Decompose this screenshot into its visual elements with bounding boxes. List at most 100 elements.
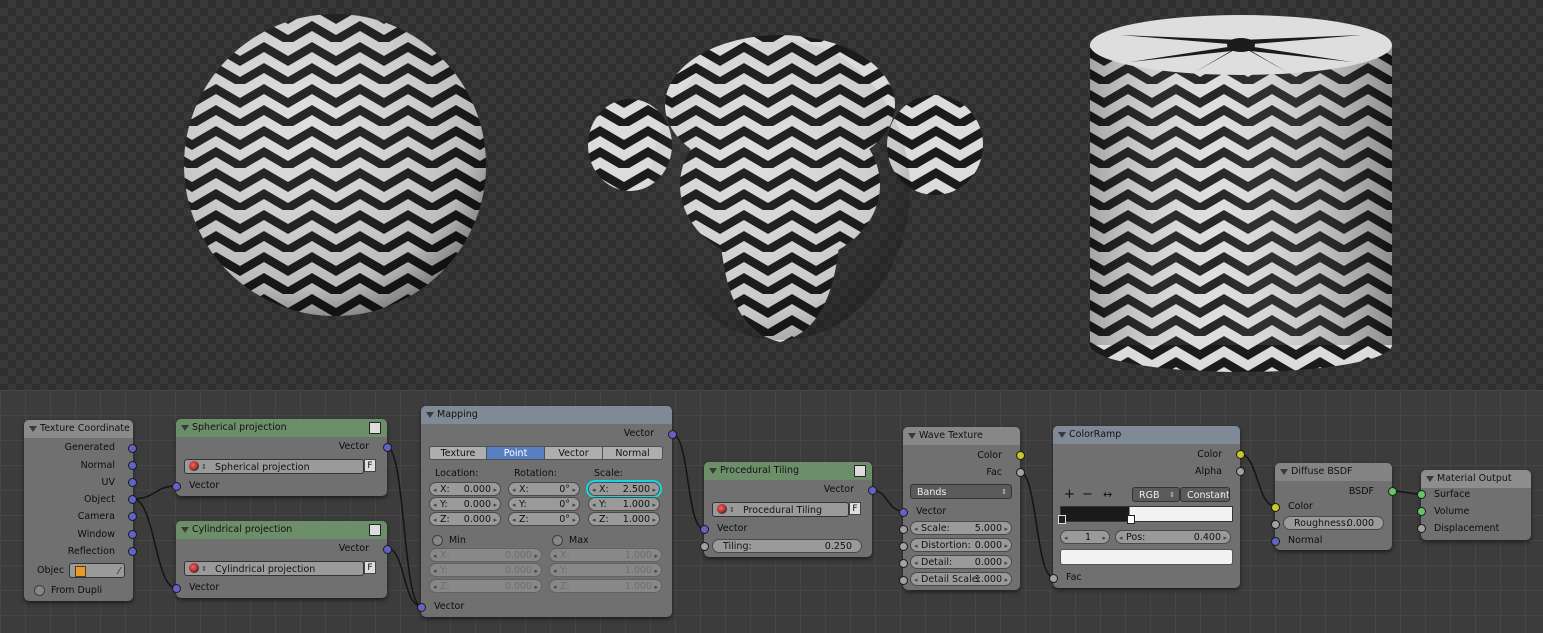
wave-texture-node[interactable]: Wave Texture Color Fac Bands ⇕ Vector ◂ Sc… [899,427,1025,590]
eyedropper-icon[interactable]: ⁄ [118,564,120,577]
location-x-field[interactable]: ◂ X: 0.000 ▸ [429,482,501,496]
detail-input-socket[interactable] [899,559,908,568]
location-y-field[interactable]: ◂ Y: 0.000 ▸ [429,497,501,511]
diffuse-bsdf-node[interactable]: Diffuse BSDF BSDF Color Roughness: 0.000 … [1271,463,1397,550]
collapse-triangle-icon[interactable] [1280,469,1288,475]
max-x-field[interactable]: ◂ X: 1.000 ▸ [549,548,662,562]
node-header[interactable]: Mapping [421,406,672,424]
color-input-socket[interactable] [1271,503,1280,512]
detail-scale-field[interactable]: ◂ Detail Scale: 1.000 ▸ [910,572,1012,586]
camera-output-socket[interactable] [128,512,137,521]
color-output-socket[interactable] [1236,450,1245,459]
vector-input-socket[interactable] [172,584,181,593]
max-z-field[interactable]: ◂ Z: 1.000 ▸ [549,579,662,593]
procedural-tiling-node[interactable]: Procedural Tiling Vector ⇕ Procedural Ti… [700,462,877,557]
node-header[interactable]: Cylindrical projection [176,521,387,539]
interpolation-dropdown[interactable]: Constant ⇕ [1180,487,1230,502]
vector-input-socket[interactable] [700,525,709,534]
scale-y-field[interactable]: ◂ Y: 1.000 ▸ [588,497,660,511]
roughness-field[interactable]: Roughness: 0.000 [1283,516,1384,530]
scale-x-field[interactable]: ◂ X: 2.500 ▸ [586,480,662,498]
vector-input-socket[interactable] [417,603,426,612]
node-group-selector[interactable]: ⇕ Procedural Tiling [712,502,849,517]
spherical-projection-node[interactable]: Spherical projection Vector ⇕ Spherical … [172,419,392,496]
collapse-triangle-icon[interactable] [29,426,37,432]
node-header[interactable]: Spherical projection [176,419,387,437]
rotation-z-field[interactable]: ◂ Z: 0° ▸ [508,512,580,526]
tiling-field[interactable]: Tiling: 0.250 [712,539,862,553]
collapse-triangle-icon[interactable] [709,468,717,474]
fake-user-button[interactable]: F [364,459,376,472]
node-group-icon[interactable] [369,422,381,434]
scale-input-socket[interactable] [899,525,908,534]
stop-position-field[interactable]: ◂ Pos: 0.400 ▸ [1115,530,1231,544]
distortion-input-socket[interactable] [899,542,908,551]
tab-normal[interactable]: Normal [602,446,663,460]
collapse-triangle-icon[interactable] [181,425,189,431]
tab-point[interactable]: Point [486,446,545,460]
add-stop-button[interactable]: + [1064,487,1075,502]
colorramp-node[interactable]: ColorRamp Color Alpha + − ↔ RGB ⇕ Constan… [1049,426,1245,588]
reflection-output-socket[interactable] [128,547,137,556]
volume-input-socket[interactable] [1417,507,1426,516]
window-output-socket[interactable] [128,530,137,539]
collapse-triangle-icon[interactable] [181,527,189,533]
material-output-node[interactable]: Material Output Surface Volume Displacem… [1417,470,1531,540]
rotation-x-field[interactable]: ◂ X: 0° ▸ [508,482,580,496]
fake-user-button[interactable]: F [849,502,861,515]
min-x-field[interactable]: ◂ X: 0.000 ▸ [429,548,542,562]
min-y-field[interactable]: ◂ Y: 0.000 ▸ [429,563,542,577]
surface-input-socket[interactable] [1417,490,1426,499]
texture-coordinate-node[interactable]: Texture Coordinate Generated Normal UV O… [24,420,137,601]
distortion-field[interactable]: ◂ Distortion: 0.000 ▸ [910,538,1012,552]
collapse-triangle-icon[interactable] [1058,432,1066,438]
color-mode-dropdown[interactable]: RGB ⇕ [1132,487,1180,502]
node-group-icon[interactable] [854,465,866,477]
node-group-selector[interactable]: ⇕ Cylindrical projection [184,561,364,576]
stop-index-field[interactable]: ◂ 1 ▸ [1060,530,1110,544]
color-stop-handle[interactable] [1127,515,1135,524]
detail-field[interactable]: ◂ Detail: 0.000 ▸ [910,555,1012,569]
color-stop-handle[interactable] [1058,515,1066,524]
vector-output-socket[interactable] [383,443,392,452]
vector-input-socket[interactable] [899,508,908,517]
min-z-field[interactable]: ◂ Z: 0.000 ▸ [429,579,542,593]
wave-type-dropdown[interactable]: Bands ⇕ [910,484,1012,499]
normal-output-socket[interactable] [128,461,137,470]
node-group-icon[interactable] [369,524,381,536]
node-header[interactable]: Diffuse BSDF [1275,463,1392,481]
detail-scale-input-socket[interactable] [899,576,908,585]
cylindrical-projection-node[interactable]: Cylindrical projection Vector ⇕ Cylindri… [172,521,392,598]
collapse-triangle-icon[interactable] [1426,476,1434,482]
mapping-node[interactable]: Mapping Vector Texture Point Vector Norm… [417,406,677,617]
fake-user-button[interactable]: F [364,561,376,574]
node-header[interactable]: Material Output [1421,470,1531,488]
location-z-field[interactable]: ◂ Z: 0.000 ▸ [429,512,501,526]
max-y-field[interactable]: ◂ Y: 1.000 ▸ [549,563,662,577]
uv-output-socket[interactable] [128,478,137,487]
alpha-output-socket[interactable] [1236,467,1245,476]
rotation-y-field[interactable]: ◂ Y: 0° ▸ [508,497,580,511]
roughness-input-socket[interactable] [1271,520,1280,529]
node-header[interactable]: Procedural Tiling [704,462,872,480]
flip-ramp-button[interactable]: ↔ [1103,488,1112,501]
bsdf-output-socket[interactable] [1388,487,1397,496]
3d-viewport[interactable] [0,0,1543,390]
generated-output-socket[interactable] [128,444,137,453]
color-output-socket[interactable] [1016,451,1025,460]
node-group-selector[interactable]: ⇕ Spherical projection [184,459,364,474]
vector-output-socket[interactable] [668,430,677,439]
node-header[interactable]: Wave Texture [903,427,1020,445]
normal-input-socket[interactable] [1271,537,1280,546]
vector-output-socket[interactable] [383,545,392,554]
fac-output-socket[interactable] [1016,468,1025,477]
scale-z-field[interactable]: ◂ Z: 1.000 ▸ [588,512,660,526]
displacement-input-socket[interactable] [1417,524,1426,533]
tiling-input-socket[interactable] [700,542,709,551]
object-output-socket[interactable] [128,495,137,504]
tab-vector[interactable]: Vector [544,446,603,460]
node-header[interactable]: ColorRamp [1053,426,1240,444]
collapse-triangle-icon[interactable] [908,433,916,439]
node-header[interactable]: Texture Coordinate [24,420,133,438]
scale-field[interactable]: ◂ Scale: 5.000 ▸ [910,521,1012,535]
